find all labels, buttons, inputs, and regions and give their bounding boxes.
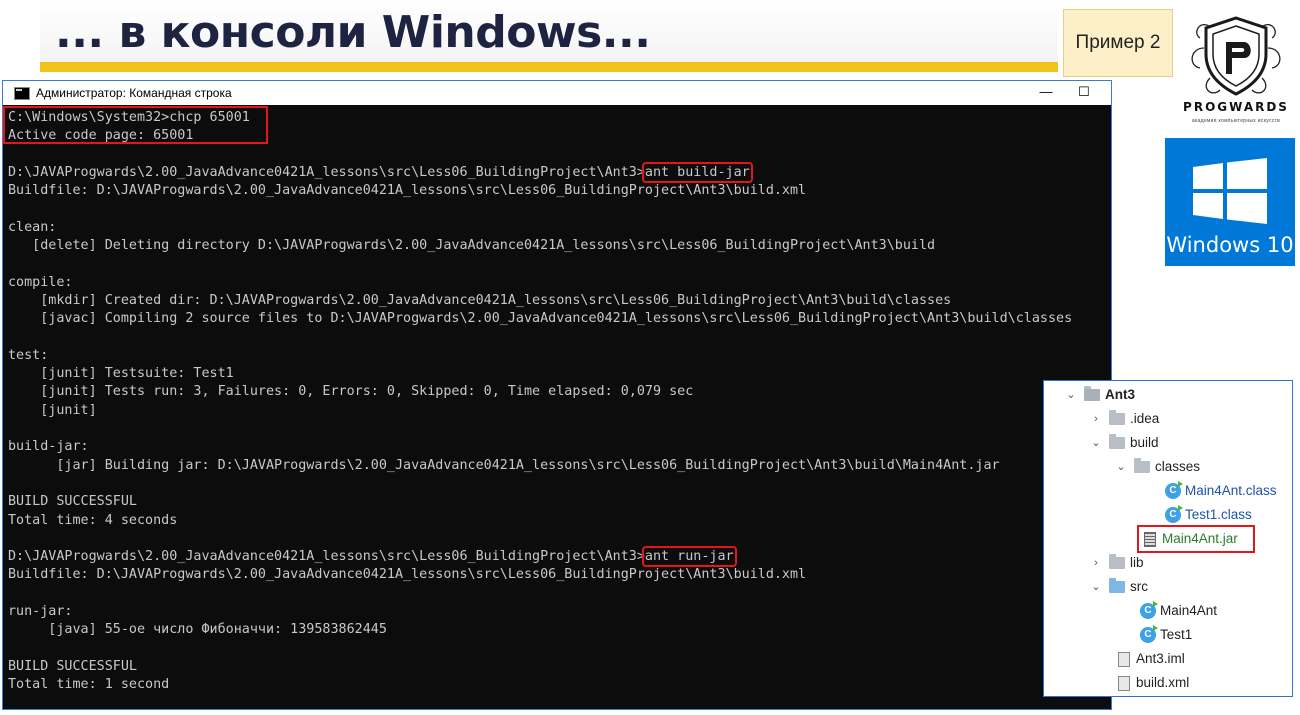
console-line: clean: <box>8 219 57 235</box>
tree-item-label: classes <box>1155 459 1201 474</box>
console-line: run-jar: <box>8 604 73 620</box>
chevron-right-icon[interactable]: › <box>1089 553 1103 573</box>
console-line: Buildfile: D:\JAVAProgwards\2.00_JavaAdv… <box>8 567 807 583</box>
tree-item-build-xml[interactable]: build.xml <box>1116 673 1189 693</box>
command-prompt-window[interactable]: Администратор: Командная строка — ☐ C:\W… <box>2 80 1112 710</box>
tree-item-lib[interactable]: › lib <box>1089 553 1144 573</box>
console-line: D:\JAVAProgwards\2.00_JavaAdvance0421A_l… <box>8 546 1111 568</box>
chcp-highlight <box>3 106 268 144</box>
tree-item-label: Ant3.iml <box>1136 651 1185 666</box>
shield-logo-icon <box>1191 16 1281 96</box>
console-line: compile: <box>8 274 73 290</box>
run-command-highlight: ant run-jar <box>641 546 737 568</box>
title-underline <box>40 62 1058 72</box>
window-titlebar[interactable]: Администратор: Командная строка — ☐ <box>3 81 1111 105</box>
tree-item-idea[interactable]: › .idea <box>1089 409 1159 429</box>
folder-icon <box>1109 434 1125 449</box>
tree-item-label: .idea <box>1130 411 1160 426</box>
folder-icon <box>1134 458 1150 473</box>
example-label: Пример 2 <box>1063 9 1173 77</box>
chevron-down-icon[interactable]: ⌄ <box>1089 433 1103 453</box>
window-title: Администратор: Командная строка <box>36 86 232 100</box>
project-tree[interactable]: ⌄ Ant3 › .idea ⌄ build ⌄ classes C Main4… <box>1043 380 1293 697</box>
console-line: test: <box>8 347 49 363</box>
cmd-icon <box>14 86 30 100</box>
build-command-highlight: ant build-jar <box>641 161 753 183</box>
console-line: Buildfile: D:\JAVAProgwards\2.00_JavaAdv… <box>8 183 807 199</box>
class-icon: C <box>1165 505 1183 523</box>
folder-icon <box>1109 554 1125 569</box>
jar-icon <box>1144 531 1156 547</box>
tree-item-label: Main4Ant.jar <box>1162 531 1238 546</box>
windows-10-logo: Windows 10 <box>1165 138 1295 266</box>
tree-item-label: Main4Ant.class <box>1185 483 1277 498</box>
console-line: BUILD SUCCESSFUL <box>8 658 137 674</box>
console-line: Total time: 4 seconds <box>8 512 178 528</box>
source-folder-icon <box>1109 578 1125 593</box>
folder-icon <box>1109 410 1125 425</box>
tree-item-test1-class[interactable]: C Test1.class <box>1165 505 1252 525</box>
logo-name: PROGWARDS <box>1183 100 1289 114</box>
tree-item-label: Main4Ant <box>1160 603 1218 618</box>
prompt-path: D:\JAVAProgwards\2.00_JavaAdvance0421A_l… <box>8 549 645 565</box>
windows-logo-icon <box>1193 158 1267 224</box>
chevron-down-icon[interactable]: ⌄ <box>1089 577 1103 597</box>
tree-item-classes[interactable]: ⌄ classes <box>1114 457 1200 477</box>
class-icon: C <box>1165 481 1183 499</box>
console-line: [delete] Deleting directory D:\JAVAProgw… <box>8 238 936 254</box>
console-line: [mkdir] Created dir: D:\JAVAProgwards\2.… <box>8 292 952 308</box>
project-folder-icon <box>1084 386 1100 401</box>
tree-item-src[interactable]: ⌄ src <box>1089 577 1148 597</box>
tree-item-label: lib <box>1130 555 1144 570</box>
console-line: [junit] Tests run: 3, Failures: 0, Error… <box>8 384 694 400</box>
console-line: Total time: 1 second <box>8 677 170 693</box>
chevron-right-icon[interactable]: › <box>1089 409 1103 429</box>
console-line: D:\JAVAProgwards\2.00_JavaAdvance0421A_l… <box>8 161 1111 183</box>
tree-item-test1[interactable]: C Test1 <box>1140 625 1192 645</box>
console-line: BUILD SUCCESSFUL <box>8 494 137 510</box>
tree-item-label: Test1.class <box>1185 507 1252 522</box>
console-line: [javac] Compiling 2 source files to D:\J… <box>8 311 1073 327</box>
module-file-icon <box>1118 651 1130 667</box>
tree-item-label: src <box>1130 579 1148 594</box>
xml-file-icon <box>1118 675 1130 691</box>
tree-item-main4ant-class[interactable]: C Main4Ant.class <box>1165 481 1277 501</box>
tree-item-main4ant[interactable]: C Main4Ant <box>1140 601 1217 621</box>
chevron-down-icon[interactable]: ⌄ <box>1114 457 1128 477</box>
tree-item-label: build <box>1130 435 1159 450</box>
tree-item-label: Ant3 <box>1105 387 1135 402</box>
windows-label: Windows 10 <box>1166 233 1294 257</box>
tree-item-label: build.xml <box>1136 675 1190 690</box>
console-line: [java] 55-ое число Фибоначчи: 1395838624… <box>8 622 387 638</box>
class-icon: C <box>1140 601 1158 619</box>
tree-item-ant3[interactable]: ⌄ Ant3 <box>1064 385 1135 405</box>
logo-tagline: академия компьютерных искусств <box>1191 118 1281 124</box>
slide-title: ... в консоли Windows... <box>55 7 651 58</box>
progwards-logo <box>1182 8 1290 134</box>
console-line: [junit] Testsuite: Test1 <box>8 366 234 382</box>
minimize-button[interactable]: — <box>1031 81 1061 105</box>
tree-item-build[interactable]: ⌄ build <box>1089 433 1159 453</box>
console-line: [jar] Building jar: D:\JAVAProgwards\2.0… <box>8 457 1000 473</box>
class-icon: C <box>1140 625 1158 643</box>
console-output[interactable]: C:\Windows\System32>chcp 65001 Active co… <box>3 105 1111 709</box>
console-line: build-jar: <box>8 439 89 455</box>
tree-item-ant3-iml[interactable]: Ant3.iml <box>1116 649 1185 669</box>
maximize-button[interactable]: ☐ <box>1069 81 1099 105</box>
tree-item-main4ant-jar[interactable]: Main4Ant.jar <box>1142 529 1238 549</box>
console-line: [junit] <box>8 402 97 418</box>
tree-item-label: Test1 <box>1160 627 1193 642</box>
chevron-down-icon[interactable]: ⌄ <box>1064 385 1078 405</box>
prompt-path: D:\JAVAProgwards\2.00_JavaAdvance0421A_l… <box>8 164 645 180</box>
